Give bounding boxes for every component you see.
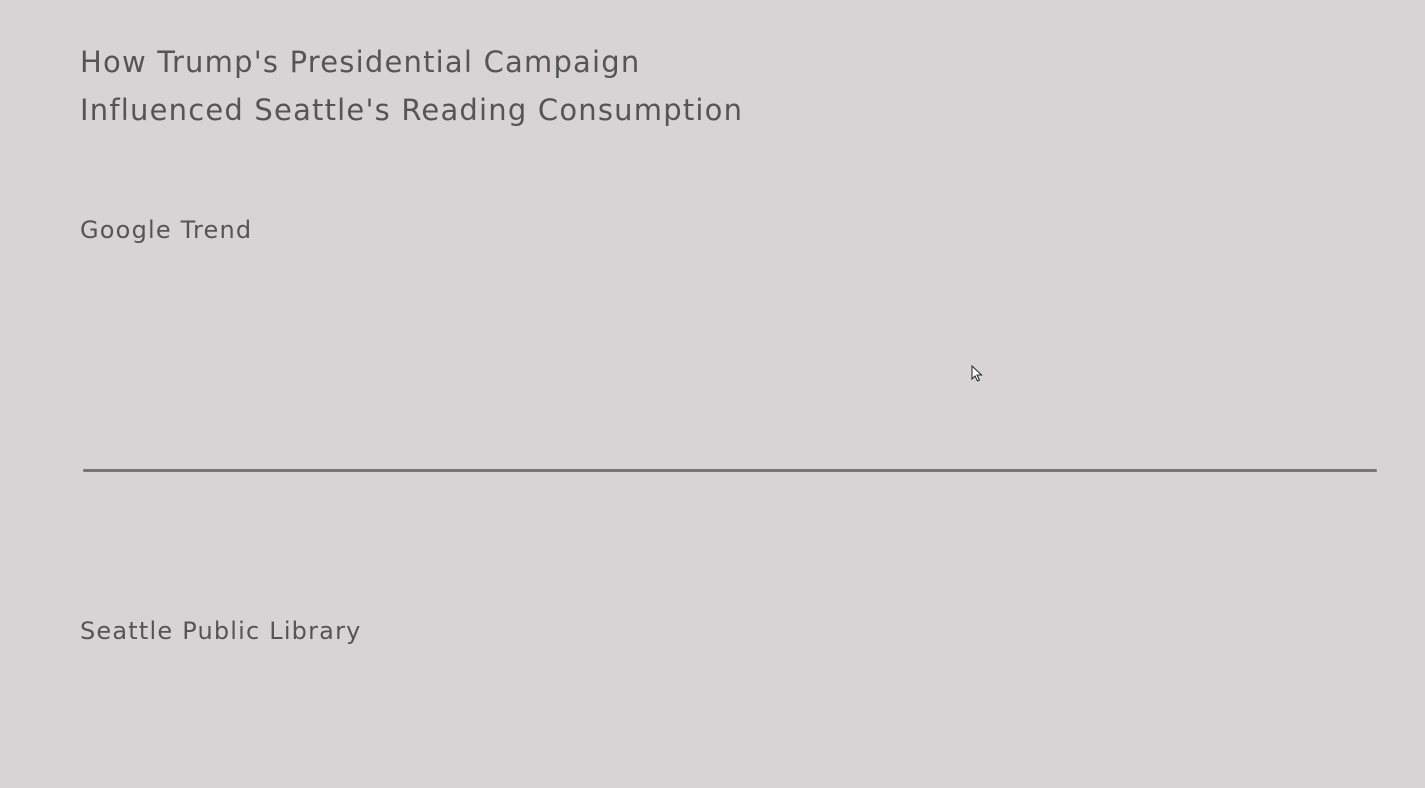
chart-divider <box>83 469 1377 472</box>
page-title-line-1: How Trump's Presidential Campaign <box>80 45 641 79</box>
page-title: How Trump's Presidential Campaign Influe… <box>80 38 800 134</box>
page-title-line-2: Influenced Seattle's Reading Consumption <box>80 93 744 127</box>
google-trend-label: Google Trend <box>80 216 253 244</box>
pointer-arrow-icon <box>971 365 983 382</box>
seattle-public-library-label: Seattle Public Library <box>80 617 362 645</box>
